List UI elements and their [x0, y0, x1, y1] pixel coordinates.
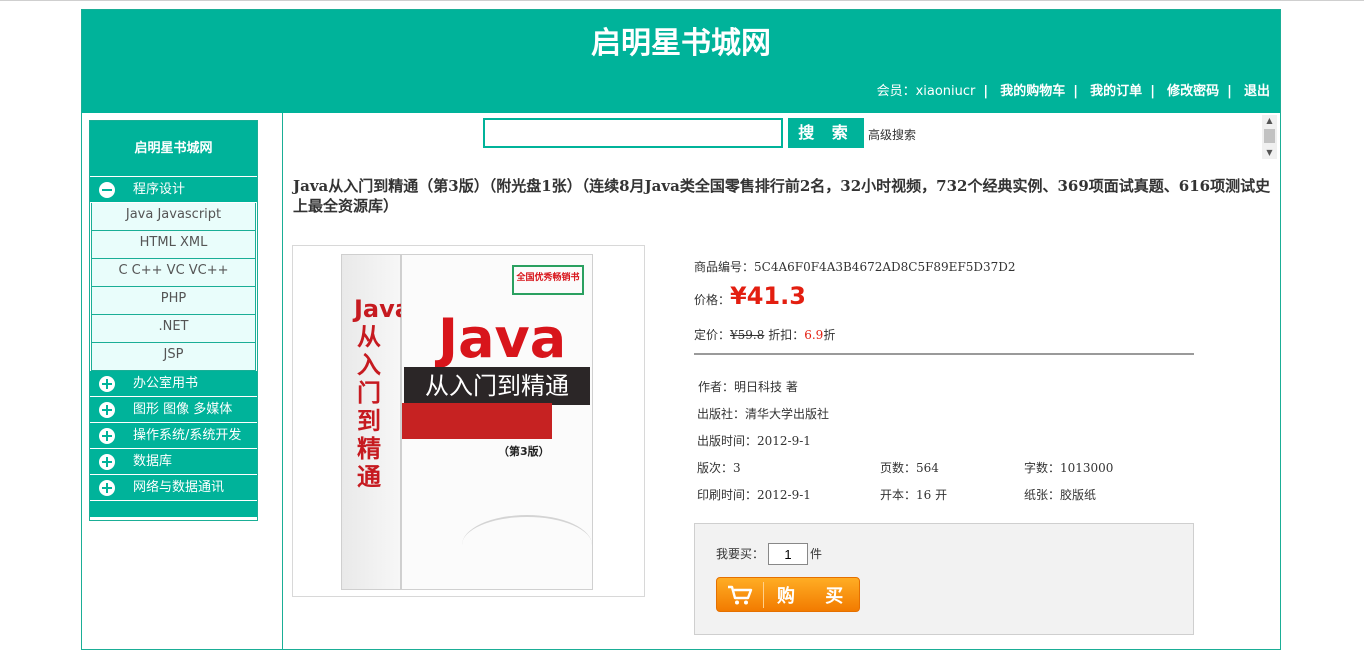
edition: 版次：3: [697, 461, 741, 475]
category-label: 程序设计: [133, 182, 186, 197]
site-header: 启明星书城网 会员：xiaoniucr | 我的购物车 | 我的订单 | 修改密码 | …: [82, 10, 1280, 113]
purchase-box: 我要买： 件 购 买: [694, 523, 1194, 635]
subcategory-java[interactable]: Java Javascript: [91, 203, 256, 231]
top-border-line: [0, 0, 1364, 1]
subcategory-php[interactable]: PHP: [91, 287, 256, 315]
minus-circle-icon: [99, 182, 115, 198]
book-cover-image: Java 从入门到精通 全国优秀畅销书 Java 从入门到精通 （第3版）: [292, 245, 645, 597]
discount-value: 6.9: [804, 328, 824, 342]
scrollbar[interactable]: ▲ ▼: [1262, 115, 1277, 159]
category-graphics[interactable]: 图形 图像 多媒体: [90, 397, 257, 423]
subcategory-jsp[interactable]: JSP: [91, 343, 256, 371]
bestseller-badge: 全国优秀畅销书: [512, 265, 584, 295]
category-label: 操作系统/系统开发: [133, 428, 242, 443]
sidebar-title: 启明星书城网: [90, 121, 257, 177]
sale-price: ¥41.3: [730, 282, 806, 310]
category-sidebar: 启明星书城网 程序设计 Java Javascript HTML XML C C…: [89, 120, 258, 521]
category-programming[interactable]: 程序设计: [90, 177, 257, 203]
member-label: 会员：xiaoniucr: [876, 84, 976, 99]
scroll-up-arrow-icon[interactable]: ▲: [1262, 115, 1277, 127]
info-divider: [694, 353, 1194, 355]
list-price-row: 定价：¥59.8 折扣：6.9折: [694, 328, 836, 342]
spine-text: Java 从入门到精通: [354, 295, 411, 491]
subcategory-dotnet[interactable]: .NET: [91, 315, 256, 343]
subcategory-c[interactable]: C C++ VC VC++: [91, 259, 256, 287]
cover-subtitle: 从入门到精通: [404, 367, 590, 405]
scroll-thumb[interactable]: [1264, 129, 1275, 143]
buy-button-label: 购 买: [777, 586, 856, 607]
quantity-label: 我要买：: [716, 547, 765, 561]
category-os[interactable]: 操作系统/系统开发: [90, 423, 257, 449]
change-password-link[interactable]: 修改密码: [1167, 84, 1219, 99]
book-title: Java从入门到精通（第3版）（附光盘1张）（连续8月Java类全国零售排行前2…: [293, 177, 1271, 215]
search-input[interactable]: [483, 118, 783, 148]
category-label: 网络与数据通讯: [133, 480, 225, 495]
cover-edition: （第3版）: [498, 445, 550, 458]
advanced-search-link[interactable]: 高级搜索: [868, 126, 916, 143]
search-button[interactable]: 搜 索: [788, 118, 864, 148]
pages: 页数：564: [880, 461, 939, 475]
scroll-down-arrow-icon[interactable]: ▼: [1262, 147, 1277, 159]
category-label: 图形 图像 多媒体: [133, 402, 233, 417]
buy-button[interactable]: 购 买: [716, 577, 860, 612]
cover-java-word: Java: [438, 307, 567, 370]
subcategory-html[interactable]: HTML XML: [91, 231, 256, 259]
sidebar-footer: [90, 501, 257, 517]
format: 开本：16 开: [880, 488, 948, 502]
category-network[interactable]: 网络与数据通讯: [90, 475, 257, 501]
price-row: 价格：¥41.3: [694, 282, 806, 310]
plus-circle-icon: [99, 428, 115, 444]
logout-link[interactable]: 退出: [1244, 84, 1270, 99]
site-title: 启明星书城网: [591, 26, 771, 61]
product-id: 5C4A6F0F4A3B4672AD8C5F89EF5D37D2: [754, 260, 1016, 274]
shopping-cart-icon: [728, 585, 753, 605]
publish-date: 出版时间：2012-9-1: [697, 434, 811, 448]
book-front: 全国优秀畅销书 Java 从入门到精通 （第3版）: [401, 254, 593, 590]
user-bar: 会员：xiaoniucr | 我的购物车 | 我的订单 | 修改密码 | 退出: [876, 84, 1270, 99]
author: 作者：明日科技 著: [698, 380, 798, 394]
category-label: 数据库: [133, 454, 173, 469]
book-spine: Java 从入门到精通: [341, 254, 411, 590]
quantity-unit: 件: [810, 547, 823, 561]
category-database[interactable]: 数据库: [90, 449, 257, 475]
book-illustration: Java 从入门到精通 全国优秀畅销书 Java 从入门到精通 （第3版）: [341, 254, 593, 590]
publisher: 出版社：清华大学出版社: [697, 407, 830, 421]
paper: 纸张：胶版纸: [1024, 488, 1097, 502]
cover-feature-box: [402, 403, 552, 439]
plus-circle-icon: [99, 376, 115, 392]
my-cart-link[interactable]: 我的购物车: [1000, 84, 1065, 99]
category-office[interactable]: 办公室用书: [90, 371, 257, 397]
plus-circle-icon: [99, 402, 115, 418]
list-price: ¥59.8: [730, 328, 765, 342]
page-frame: 启明星书城网 会员：xiaoniucr | 我的购物车 | 我的订单 | 修改密码 | …: [81, 9, 1281, 650]
product-id-row: 商品编号：5C4A6F0F4A3B4672AD8C5F89EF5D37D2: [694, 260, 1016, 274]
word-count: 字数：1013000: [1024, 461, 1114, 475]
quantity-input[interactable]: [768, 543, 808, 565]
category-label: 办公室用书: [133, 376, 199, 391]
plus-circle-icon: [99, 454, 115, 470]
print-date: 印刷时间：2012-9-1: [697, 488, 811, 502]
cover-landscape: [462, 515, 592, 575]
main-content: 搜 索 高级搜索 ▲ ▼ Java从入门到精通（第3版）（附光盘1张）（连续8月…: [283, 113, 1280, 649]
plus-circle-icon: [99, 480, 115, 496]
my-orders-link[interactable]: 我的订单: [1090, 84, 1142, 99]
